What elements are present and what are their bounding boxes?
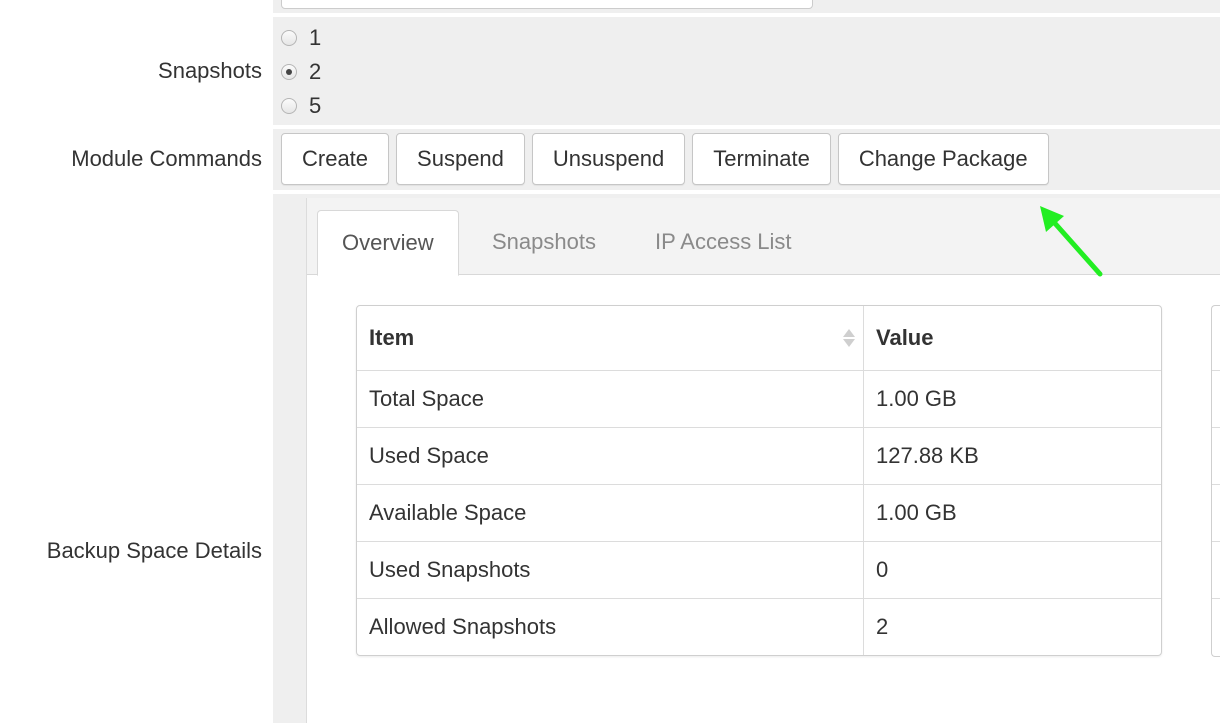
table-divider xyxy=(1212,370,1220,371)
radio-selected-dot xyxy=(286,69,292,75)
module-commands-row-label: Module Commands xyxy=(71,146,262,171)
tab-snapshots[interactable]: Snapshots xyxy=(468,210,620,274)
table-cell-value: 1.00 GB xyxy=(864,485,1161,542)
table-divider xyxy=(1212,598,1220,599)
radio-label: 2 xyxy=(309,59,322,84)
annotation-arrow-icon xyxy=(1040,206,1103,277)
table-row: Allowed Snapshots 2 xyxy=(357,599,1161,655)
table-header-row: Item Value xyxy=(357,306,1161,371)
unsuspend-button[interactable]: Unsuspend xyxy=(531,133,686,185)
table-cell-value: 0 xyxy=(864,542,1161,599)
tab-overview[interactable]: Overview xyxy=(317,210,459,276)
sort-icon[interactable] xyxy=(843,329,855,347)
snapshots-row-label: Snapshots xyxy=(158,58,262,83)
table-cell-item: Available Space xyxy=(357,485,864,542)
module-commands-field-cell: Create Suspend Unsuspend Terminate Chang… xyxy=(273,129,1220,190)
table-cell-value: 1.00 GB xyxy=(864,371,1161,428)
snapshots-option-2[interactable]: 2 xyxy=(281,57,321,87)
module-commands-button-group: Create Suspend Unsuspend Terminate Chang… xyxy=(281,133,1049,185)
previous-field-cell xyxy=(273,0,1220,13)
backup-space-details-row-label: Backup Space Details xyxy=(46,538,262,563)
change-package-button[interactable]: Change Package xyxy=(837,133,1049,185)
table-row: Used Snapshots 0 xyxy=(357,542,1161,599)
table-divider xyxy=(1212,427,1220,428)
table-cell-item: Used Space xyxy=(357,428,864,485)
radio-button-selected[interactable] xyxy=(281,64,297,80)
table-cell-item: Used Snapshots xyxy=(357,542,864,599)
column-header-item[interactable]: Item xyxy=(357,306,864,371)
radio-button[interactable] xyxy=(281,30,297,46)
tab-ip-access-list[interactable]: IP Access List xyxy=(631,210,816,274)
radio-button[interactable] xyxy=(281,98,297,114)
radio-label: 5 xyxy=(309,93,322,118)
create-button[interactable]: Create xyxy=(281,133,390,185)
module-settings-page: Snapshots Module Commands Backup Space D… xyxy=(0,0,1220,723)
table-cell-item: Allowed Snapshots xyxy=(357,599,864,655)
sort-down-icon xyxy=(843,339,855,347)
previous-field-input[interactable] xyxy=(281,0,813,9)
terminate-button[interactable]: Terminate xyxy=(692,133,831,185)
table-row: Used Space 127.88 KB xyxy=(357,428,1161,485)
table-cell-value: 2 xyxy=(876,614,889,639)
table-row: Available Space 1.00 GB xyxy=(357,485,1161,542)
suspend-button[interactable]: Suspend xyxy=(396,133,525,185)
secondary-table-edge xyxy=(1211,305,1220,657)
radio-label: 1 xyxy=(309,25,322,50)
column-header-value: Value xyxy=(864,306,1161,371)
snapshots-option-1[interactable]: 1 xyxy=(281,23,321,53)
table-cell-value: 127.88 KB xyxy=(864,428,1161,485)
table-row: Total Space 1.00 GB xyxy=(357,371,1161,428)
table-divider xyxy=(1212,541,1220,542)
column-header-label: Item xyxy=(369,325,415,350)
backup-space-table: Item Value Total Space 1.00 GB Used Spac… xyxy=(356,305,1162,656)
snapshots-field-cell: 1 2 5 xyxy=(273,17,1220,125)
snapshots-option-5[interactable]: 5 xyxy=(281,91,321,121)
table-divider xyxy=(1212,484,1220,485)
table-cell-item: Total Space xyxy=(357,371,864,428)
sort-up-icon xyxy=(843,329,855,337)
